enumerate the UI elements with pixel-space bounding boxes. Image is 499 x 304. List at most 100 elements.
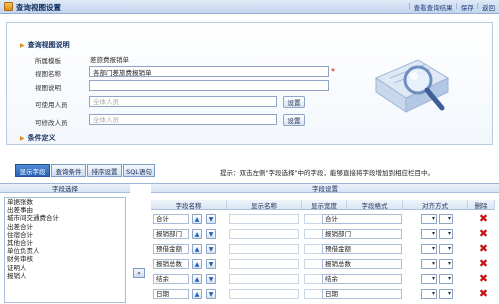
users-input[interactable] bbox=[89, 96, 277, 107]
alignment-select[interactable] bbox=[421, 244, 437, 254]
view-desc-input[interactable] bbox=[89, 80, 329, 91]
list-item[interactable]: 其他合计 bbox=[5, 239, 125, 247]
field-select-header: 字段选择 bbox=[0, 184, 130, 193]
field-format-input[interactable]: 日期 bbox=[322, 289, 402, 299]
view-desc-label: 视图说明 bbox=[35, 84, 61, 92]
list-item[interactable]: 证明人 bbox=[5, 264, 125, 272]
table-row: 报销部门▲▼报销部门✖ bbox=[151, 227, 495, 240]
editors-input[interactable] bbox=[89, 114, 277, 125]
format-select[interactable] bbox=[439, 259, 453, 269]
delete-icon[interactable]: ✖ bbox=[478, 243, 489, 254]
section-condition-header[interactable]: ▶ 条件定义 bbox=[20, 133, 56, 143]
alignment-select[interactable] bbox=[421, 289, 437, 299]
delete-icon[interactable]: ✖ bbox=[478, 288, 489, 299]
users-settings-button[interactable]: 设置 bbox=[283, 96, 305, 108]
field-format-input[interactable]: 报销部门 bbox=[322, 229, 402, 239]
list-item[interactable]: 出差合计 bbox=[5, 223, 125, 231]
back-link[interactable]: 返回 bbox=[482, 2, 495, 12]
field-format-input[interactable]: 预借金额 bbox=[322, 244, 402, 254]
add-field-button[interactable]: » bbox=[133, 268, 145, 278]
editors-settings-button[interactable]: 设置 bbox=[283, 114, 305, 126]
expand-arrow-icon: ▶ bbox=[20, 42, 25, 49]
module-value: 差旅费报销单 bbox=[90, 56, 129, 64]
display-name-input[interactable] bbox=[229, 259, 299, 269]
field-name-cell[interactable]: 报销总数 bbox=[153, 259, 189, 269]
list-item[interactable]: 城市间交通费合计 bbox=[5, 214, 125, 222]
window-title: 查询视图设置 bbox=[16, 3, 61, 12]
alignment-select[interactable] bbox=[421, 259, 437, 269]
field-name-cell[interactable]: 日期 bbox=[153, 289, 189, 299]
table-row: 结余▲▼结余✖ bbox=[151, 272, 495, 285]
table-row: 日期▲▼日期✖ bbox=[151, 287, 495, 300]
app-icon bbox=[4, 2, 13, 11]
move-down-icon[interactable]: ▼ bbox=[206, 289, 216, 299]
tab-query-conditions[interactable]: 查询条件 bbox=[51, 164, 86, 177]
move-up-icon[interactable]: ▲ bbox=[192, 214, 202, 224]
table-row: 报销总数▲▼报销总数✖ bbox=[151, 257, 495, 270]
title-bar: 查询视图设置 | 查看查询结果 | 保存 | 返回 bbox=[0, 0, 499, 14]
editors-label: 可修改人员 bbox=[35, 119, 68, 127]
field-name-cell[interactable]: 合计 bbox=[153, 214, 189, 224]
required-mark: * bbox=[331, 67, 335, 76]
tab-sort-settings[interactable]: 排序设置 bbox=[87, 164, 122, 177]
col-alignment: 对齐方式 bbox=[403, 200, 468, 210]
delete-icon[interactable]: ✖ bbox=[478, 213, 489, 224]
delete-icon[interactable]: ✖ bbox=[478, 273, 489, 284]
delete-icon[interactable]: ✖ bbox=[478, 258, 489, 269]
view-name-label: 视图名称 bbox=[35, 70, 61, 78]
move-down-icon[interactable]: ▼ bbox=[206, 259, 216, 269]
field-format-input[interactable]: 结余 bbox=[322, 274, 402, 284]
field-format-input[interactable]: 报销总数 bbox=[322, 259, 402, 269]
format-select[interactable] bbox=[439, 244, 453, 254]
field-select-list[interactable]: 单据张数 出差事由 城市间交通费合计 出差合计 住宿合计 其他合计 单位负责人 … bbox=[4, 197, 126, 303]
move-down-icon[interactable]: ▼ bbox=[206, 214, 216, 224]
col-field-name: 字段名称 bbox=[151, 200, 227, 210]
section-view-header[interactable]: ▶ 查询视图说明 bbox=[20, 40, 70, 50]
delete-icon[interactable]: ✖ bbox=[478, 228, 489, 239]
save-link[interactable]: 保存 bbox=[461, 2, 474, 12]
table-row: 合计▲▼合计✖ bbox=[151, 212, 495, 225]
field-name-cell[interactable]: 结余 bbox=[153, 274, 189, 284]
move-down-icon[interactable]: ▼ bbox=[206, 229, 216, 239]
magnifier-illustration-icon bbox=[374, 59, 450, 113]
list-item[interactable]: 住宿合计 bbox=[5, 231, 125, 239]
list-item[interactable]: 财务审核 bbox=[5, 255, 125, 263]
alignment-select[interactable] bbox=[421, 229, 437, 239]
format-select[interactable] bbox=[439, 289, 453, 299]
col-delete: 删除 bbox=[468, 200, 495, 210]
view-results-link[interactable]: 查看查询结果 bbox=[414, 2, 453, 12]
col-display-width: 显示宽度 bbox=[302, 200, 347, 210]
move-up-icon[interactable]: ▲ bbox=[192, 244, 202, 254]
format-select[interactable] bbox=[439, 274, 453, 284]
tab-display-fields[interactable]: 显示字段 bbox=[15, 164, 50, 177]
tab-sql[interactable]: SQL语句 bbox=[123, 164, 155, 177]
format-select[interactable] bbox=[439, 214, 453, 224]
move-up-icon[interactable]: ▲ bbox=[192, 274, 202, 284]
col-display-name: 显示名称 bbox=[227, 200, 302, 210]
alignment-select[interactable] bbox=[421, 214, 437, 224]
display-name-input[interactable] bbox=[229, 274, 299, 284]
alignment-select[interactable] bbox=[421, 274, 437, 284]
field-format-input[interactable]: 合计 bbox=[322, 214, 402, 224]
move-up-icon[interactable]: ▲ bbox=[192, 229, 202, 239]
move-down-icon[interactable]: ▼ bbox=[206, 274, 216, 284]
view-name-input[interactable] bbox=[89, 66, 329, 77]
move-down-icon[interactable]: ▼ bbox=[206, 244, 216, 254]
display-name-input[interactable] bbox=[229, 289, 299, 299]
list-item[interactable]: 单据张数 bbox=[5, 198, 125, 206]
field-name-cell[interactable]: 报销部门 bbox=[153, 229, 189, 239]
move-up-icon[interactable]: ▲ bbox=[192, 259, 202, 269]
users-label: 可使用人员 bbox=[35, 101, 68, 109]
expand-arrow-icon: ▶ bbox=[20, 135, 25, 142]
field-name-cell[interactable]: 预借金额 bbox=[153, 244, 189, 254]
title-actions: | 查看查询结果 | 保存 | 返回 bbox=[408, 2, 495, 12]
display-name-input[interactable] bbox=[229, 244, 299, 254]
table-row: 预借金额▲▼预借金额✖ bbox=[151, 242, 495, 255]
display-name-input[interactable] bbox=[229, 214, 299, 224]
display-name-input[interactable] bbox=[229, 229, 299, 239]
module-label: 所属模板 bbox=[35, 57, 61, 65]
move-up-icon[interactable]: ▲ bbox=[192, 289, 202, 299]
hint-text: 提示：双击左侧"字段选择"中的字段，能够直接将字段增加到相应栏目中。 bbox=[220, 169, 434, 177]
list-item[interactable]: 报销人 bbox=[5, 272, 125, 280]
format-select[interactable] bbox=[439, 229, 453, 239]
